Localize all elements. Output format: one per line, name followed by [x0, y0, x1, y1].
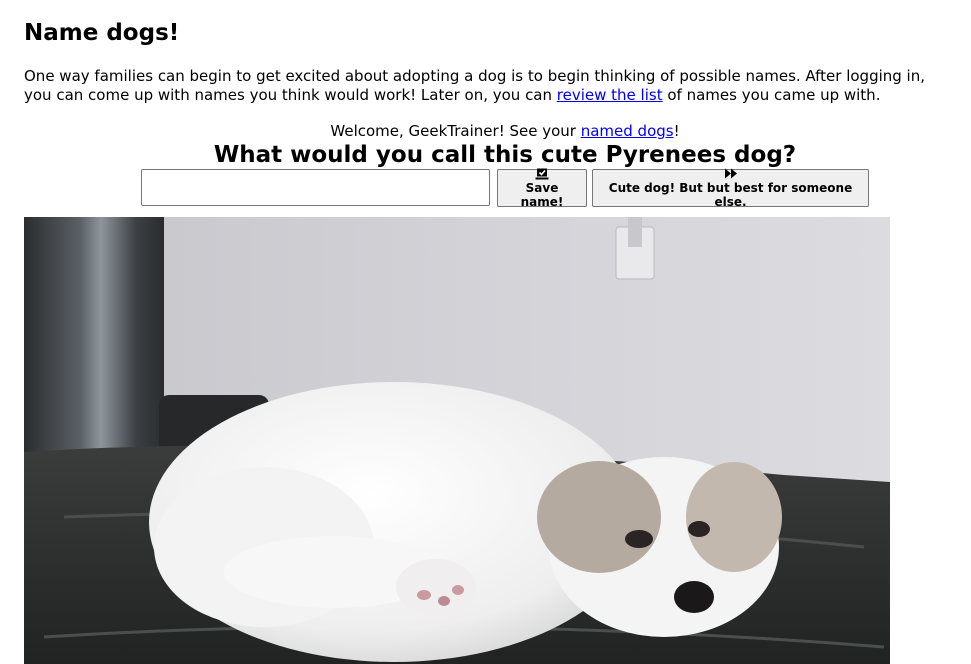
dog-photo: [24, 217, 890, 664]
outlet-plug: [628, 217, 642, 247]
page-title: Name dogs!: [24, 20, 180, 46]
named-dogs-link[interactable]: named dogs: [581, 122, 674, 140]
skip-dog-label: Cute dog! But but best for someone else.: [608, 180, 853, 209]
paw-pad: [417, 590, 431, 600]
welcome-message: Welcome, GeekTrainer! See your named dog…: [0, 122, 971, 141]
dog-ear: [686, 462, 782, 572]
dog-question: What would you call this cute Pyrenees d…: [213, 142, 797, 168]
dog-paw: [396, 559, 476, 615]
paw-pad: [438, 596, 450, 606]
dog-photo-illustration: [24, 217, 890, 664]
dog-eye: [688, 521, 710, 537]
intro-line2: you can come up with names you think wou…: [24, 86, 557, 104]
save-name-label: Save name!: [520, 180, 564, 209]
skip-dog-button[interactable]: Cute dog! But but best for someone else.: [592, 168, 869, 209]
intro-text: One way families can begin to get excite…: [24, 67, 969, 105]
welcome-prefix: Welcome, GeekTrainer! See your: [330, 122, 581, 140]
save-icon: [535, 168, 549, 181]
intro-line2-end: of names you came up with.: [662, 86, 881, 104]
review-list-link[interactable]: review the list: [557, 86, 663, 104]
paw-pad: [452, 585, 464, 595]
dog-nose: [674, 581, 714, 613]
dog-eye: [625, 530, 653, 548]
intro-line1: One way families can begin to get excite…: [24, 67, 925, 85]
fast-forward-icon: [724, 168, 738, 181]
dog-name-input[interactable]: [141, 169, 490, 206]
dog-ear: [537, 461, 661, 573]
save-name-button[interactable]: Save name!: [497, 168, 587, 209]
welcome-suffix: !: [673, 122, 680, 140]
